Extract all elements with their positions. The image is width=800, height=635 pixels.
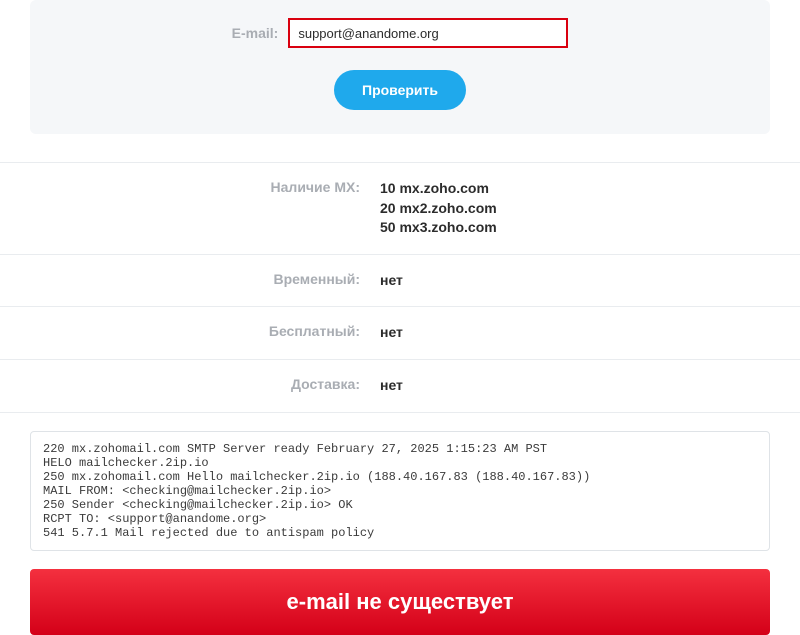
smtp-log: 220 mx.zohomail.com SMTP Server ready Fe… bbox=[30, 431, 770, 551]
mx-label: Наличие MX: bbox=[0, 179, 380, 238]
mx-entry: 10 mx.zoho.com bbox=[380, 179, 800, 199]
result-row-temporary: Временный: нет bbox=[0, 255, 800, 308]
temporary-value: нет bbox=[380, 271, 800, 291]
form-panel: E-mail: Проверить bbox=[30, 0, 770, 134]
mx-value: 10 mx.zoho.com 20 mx2.zoho.com 50 mx3.zo… bbox=[380, 179, 800, 238]
mx-entry: 20 mx2.zoho.com bbox=[380, 199, 800, 219]
result-banner: e-mail не существует bbox=[30, 569, 770, 635]
results-panel: Наличие MX: 10 mx.zoho.com 20 mx2.zoho.c… bbox=[0, 162, 800, 413]
result-row-free: Бесплатный: нет bbox=[0, 307, 800, 360]
temporary-label: Временный: bbox=[0, 271, 380, 291]
mx-entry: 50 mx3.zoho.com bbox=[380, 218, 800, 238]
result-row-mx: Наличие MX: 10 mx.zoho.com 20 mx2.zoho.c… bbox=[0, 162, 800, 255]
delivery-value: нет bbox=[380, 376, 800, 396]
email-field[interactable] bbox=[288, 18, 568, 48]
result-row-delivery: Доставка: нет bbox=[0, 360, 800, 413]
free-value: нет bbox=[380, 323, 800, 343]
check-button[interactable]: Проверить bbox=[334, 70, 466, 110]
email-input-row: E-mail: bbox=[60, 18, 740, 48]
free-label: Бесплатный: bbox=[0, 323, 380, 343]
delivery-label: Доставка: bbox=[0, 376, 380, 396]
email-label: E-mail: bbox=[232, 25, 279, 41]
